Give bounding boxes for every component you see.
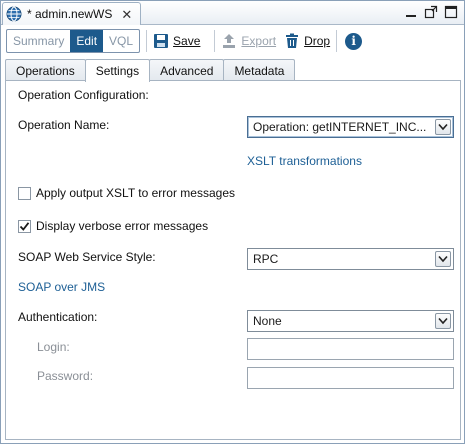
soap-style-select[interactable]: RPC [247,248,454,270]
authentication-value: None [253,314,282,328]
minimize-icon[interactable] [404,5,418,19]
xslt-transformations-link[interactable]: XSLT transformations [247,154,362,168]
authentication-select[interactable]: None [247,310,454,332]
operation-name-select[interactable]: Operation: getINTERNET_INC... [247,116,454,138]
chevron-down-icon [435,313,451,329]
close-tab-icon[interactable]: ✕ [121,8,132,21]
restore-icon[interactable] [424,5,438,19]
toolbar: Summary Edit VQL Save Export Drop i [1,26,464,56]
operation-name-value: Operation: getINTERNET_INC... [253,120,427,134]
password-field[interactable] [247,367,454,389]
toolbar-separator [214,30,216,52]
login-label: Login: [37,340,70,354]
edit-mode-button[interactable]: Edit [70,30,104,52]
view-mode-switch: Summary Edit VQL [6,29,141,53]
password-label: Password: [37,369,94,383]
tab-advanced[interactable]: Advanced [149,59,225,81]
vql-mode-button[interactable]: VQL [103,30,139,52]
checkmark-icon [19,222,30,231]
maximize-icon[interactable] [444,5,458,19]
soap-over-jms-link[interactable]: SOAP over JMS [18,280,105,294]
save-icon [153,33,169,49]
export-label: Export [241,34,277,48]
verbose-errors-checkbox[interactable] [18,220,31,233]
save-label: Save [173,34,201,48]
verbose-errors-label[interactable]: Display verbose error messages [36,219,208,233]
tab-metadata[interactable]: Metadata [223,59,296,81]
drop-label: Drop [304,34,331,48]
summary-mode-button[interactable]: Summary [7,30,70,52]
title-bar: * admin.newWS ✕ [1,1,464,25]
operation-name-label: Operation Name: [18,118,110,132]
toolbar-separator [146,30,148,52]
section-title: Operation Configuration: [18,88,149,102]
login-field[interactable] [247,338,454,360]
soap-style-value: RPC [253,252,279,266]
drop-button[interactable]: Drop [284,33,330,49]
chevron-down-icon [435,251,451,267]
window-controls [404,5,458,19]
apply-xslt-label[interactable]: Apply output XSLT to error messages [36,186,235,200]
document-title: * admin.newWS [27,7,113,21]
info-icon[interactable]: i [345,32,363,50]
trash-icon [284,33,300,49]
document-tab[interactable]: * admin.newWS ✕ [2,2,141,25]
export-icon [221,33,237,49]
save-button[interactable]: Save [153,33,200,49]
export-button[interactable]: Export [221,33,276,49]
tab-settings[interactable]: Settings [84,59,151,82]
tab-operations[interactable]: Operations [5,59,86,81]
apply-xslt-checkbox[interactable] [18,187,31,200]
soap-style-label: SOAP Web Service Style: [18,250,156,264]
authentication-label: Authentication: [18,310,98,324]
settings-tabs: Operations Settings Advanced Metadata [5,59,296,82]
editor-window: * admin.newWS ✕ Summary Edit VQL Save Ex… [0,0,465,444]
settings-panel: Operation Configuration: Operation Name:… [5,80,461,440]
toolbar-separator [336,30,338,52]
chevron-down-icon [435,119,451,135]
globe-icon [6,6,22,22]
